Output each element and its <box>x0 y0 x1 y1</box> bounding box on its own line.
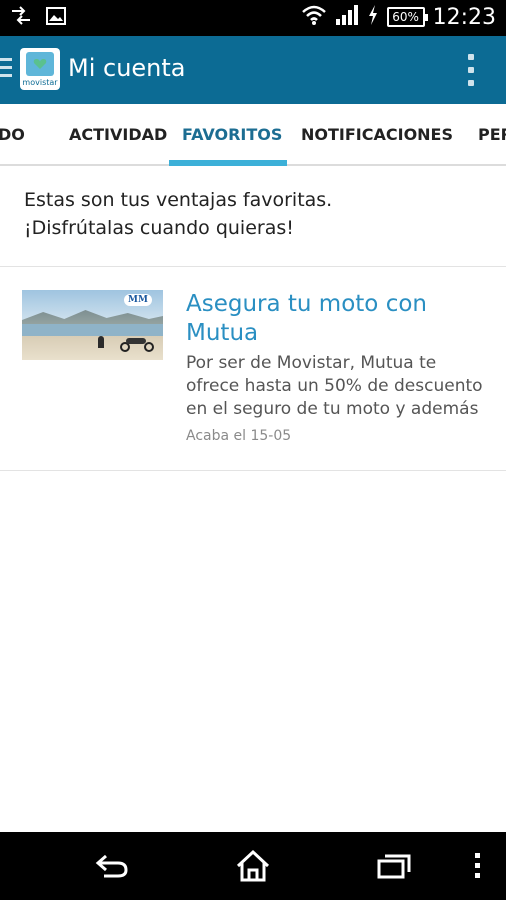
tab-actividad[interactable]: ACTIVIDAD <box>69 104 167 166</box>
offer-expiry: Acaba el 15-05 <box>186 428 292 444</box>
charging-icon <box>367 4 379 30</box>
status-bar: 60% 12:23 <box>0 0 506 36</box>
signal-icon <box>335 4 359 30</box>
tab-favoritos[interactable]: FAVORITOS <box>182 104 282 166</box>
overflow-menu-icon[interactable] <box>468 54 476 86</box>
person-figure <box>98 336 104 348</box>
movistar-logo[interactable]: movistar <box>20 48 60 90</box>
favorites-intro: Estas son tus ventajas favoritas. ¡Disfr… <box>24 186 484 242</box>
offer-image: MM <box>22 290 163 360</box>
motorcycle-figure <box>120 334 154 352</box>
divider <box>0 470 506 471</box>
image-notification-icon <box>46 7 66 29</box>
tab-partial-right[interactable]: PER <box>478 104 506 166</box>
active-tab-indicator <box>169 160 287 166</box>
battery-icon: 60% <box>386 7 428 27</box>
mutua-badge: MM <box>124 294 152 306</box>
app-bar: movistar Mi cuenta <box>0 36 506 104</box>
intro-line-2: ¡Disfrútalas cuando quieras! <box>24 217 294 239</box>
heart-icon <box>33 58 47 70</box>
tab-partial-left[interactable]: DO <box>0 104 25 166</box>
system-nav-bar <box>0 832 506 900</box>
tab-notificaciones[interactable]: NOTIFICACIONES <box>301 104 453 166</box>
data-transfer-icon <box>10 6 32 30</box>
favorite-card[interactable]: MM Asegura tu moto con Mutua Por ser de … <box>0 268 506 470</box>
recent-apps-icon[interactable] <box>354 832 434 900</box>
wifi-icon <box>301 4 327 30</box>
logo-text: movistar <box>22 78 58 87</box>
divider <box>0 266 506 267</box>
offer-description: Por ser de Movistar, Mutua te ofrece has… <box>186 353 483 419</box>
back-icon[interactable] <box>72 832 152 900</box>
home-icon[interactable] <box>213 832 293 900</box>
menu-icon[interactable] <box>438 832 506 900</box>
page-title: Mi cuenta <box>68 54 186 82</box>
intro-line-1: Estas son tus ventajas favoritas. <box>24 189 333 211</box>
offer-title[interactable]: Asegura tu moto con Mutua <box>186 290 486 348</box>
drawer-toggle-icon[interactable] <box>0 58 12 82</box>
tab-bar: DO ACTIVIDAD FAVORITOS NOTIFICACIONES PE… <box>0 104 506 166</box>
status-time: 12:23 <box>432 4 496 30</box>
